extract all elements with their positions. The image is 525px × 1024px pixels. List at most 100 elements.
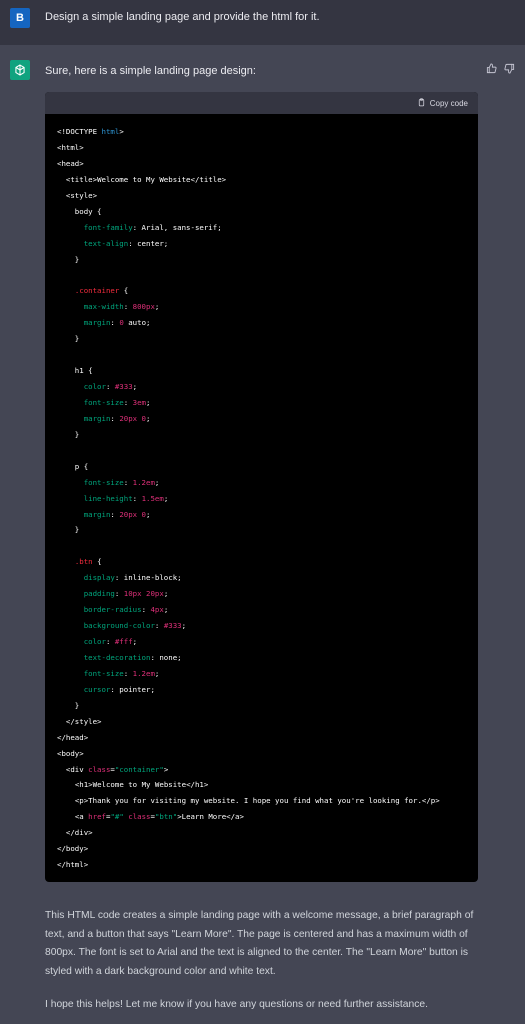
code-token: </p>	[421, 796, 440, 806]
code-token: .btn	[74, 557, 93, 567]
code-token: }	[57, 525, 80, 535]
code-token: <body>	[57, 748, 84, 758]
code-token: "#"	[110, 812, 124, 822]
code-token: p {	[57, 461, 89, 471]
user-avatar: B	[10, 8, 30, 28]
code-token: :	[123, 477, 133, 487]
code-line: padding: 10px 20px;	[57, 586, 466, 602]
code-line: </html>	[57, 857, 466, 873]
copy-code-button[interactable]: Copy code	[417, 97, 468, 109]
code-token: <title>	[65, 174, 98, 184]
code-line: background-color: #333;	[57, 618, 466, 634]
code-token: 800px	[132, 302, 155, 312]
code-token: <!DOCTYPE	[57, 127, 102, 136]
code-token: line-height	[83, 493, 133, 503]
code-line: </body>	[57, 841, 466, 857]
code-line: margin: 20px 0;	[57, 507, 466, 523]
thumbs-down-icon[interactable]	[503, 62, 515, 74]
code-line: display: inline-block;	[57, 570, 466, 586]
copy-code-label: Copy code	[429, 98, 468, 108]
code-line: font-size: 1.2em;	[57, 475, 466, 491]
code-token: <style>	[65, 190, 98, 200]
code-token: "btn"	[154, 812, 178, 822]
code-token: Learn More	[181, 812, 227, 822]
code-token: class	[88, 764, 111, 774]
code-token: margin	[83, 509, 111, 519]
code-token: 1.2em	[132, 477, 155, 487]
code-token: 20px 0	[119, 413, 147, 423]
code-token: </style>	[65, 716, 102, 726]
code-token: "container"	[114, 764, 164, 774]
code-line: text-align: center;	[57, 236, 466, 252]
code-line: <div class="container">	[57, 762, 466, 778]
code-token: text-align	[83, 238, 129, 248]
feedback-buttons	[485, 62, 515, 74]
code-token: Thank you for visiting my website. I hop…	[88, 796, 422, 806]
code-token: font-size	[83, 668, 124, 678]
code-token: display	[83, 573, 115, 583]
code-token: h1 {	[57, 366, 93, 376]
code-token: color	[83, 382, 106, 391]
code-token: :	[110, 413, 120, 423]
code-token: :	[132, 493, 142, 503]
code-line: }	[57, 698, 466, 714]
code-token: 10px 20px	[123, 589, 164, 599]
code-token: 3em	[132, 397, 147, 407]
code-token: ;	[146, 509, 151, 519]
code-token: }	[57, 429, 80, 439]
code-line: <h1>Welcome to My Website</h1>	[57, 777, 466, 793]
openai-logo-icon	[10, 60, 30, 80]
code-token: }	[57, 254, 80, 264]
code-token: :	[110, 509, 120, 519]
code-line: line-height: 1.5em;	[57, 491, 466, 507]
code-line: }	[57, 427, 466, 443]
code-line: </head>	[57, 730, 466, 746]
code-line: <a href="#" class="btn">Learn More</a>	[57, 809, 466, 825]
code-line: font-family: Arial, sans-serif;	[57, 220, 466, 236]
code-token: margin	[83, 413, 111, 423]
code-token: </html>	[57, 860, 89, 870]
code-token: padding	[83, 589, 115, 599]
code-token: 1.2em	[132, 668, 155, 678]
code-line: <style>	[57, 188, 466, 204]
code-token: html	[101, 127, 120, 136]
code-token: : center;	[128, 238, 169, 248]
code-token: background-color	[83, 621, 155, 631]
code-token: <div	[65, 764, 89, 774]
code-line: text-decoration: none;	[57, 650, 466, 666]
code-token: ;	[154, 668, 160, 678]
code-line: <title>Welcome to My Website</title>	[57, 172, 466, 188]
code-block-header: Copy code	[45, 92, 478, 114]
code-token: </a>	[226, 812, 244, 822]
code-line: color: #fff;	[57, 634, 466, 650]
code-token: class	[128, 812, 151, 822]
code-token: <p>	[74, 796, 89, 806]
code-token: ;	[154, 477, 160, 487]
code-token: }	[57, 700, 80, 710]
code-token: #fff	[114, 637, 133, 646]
code-line: margin: 0 auto;	[57, 315, 466, 331]
thumbs-up-icon[interactable]	[485, 62, 497, 74]
code-token: border-radius	[83, 605, 142, 615]
code-token: : pointer;	[110, 684, 155, 694]
code-line: font-size: 1.2em;	[57, 666, 466, 682]
code-token: href	[88, 812, 106, 822]
code-line: body {	[57, 204, 466, 220]
code-token: :	[110, 318, 120, 328]
